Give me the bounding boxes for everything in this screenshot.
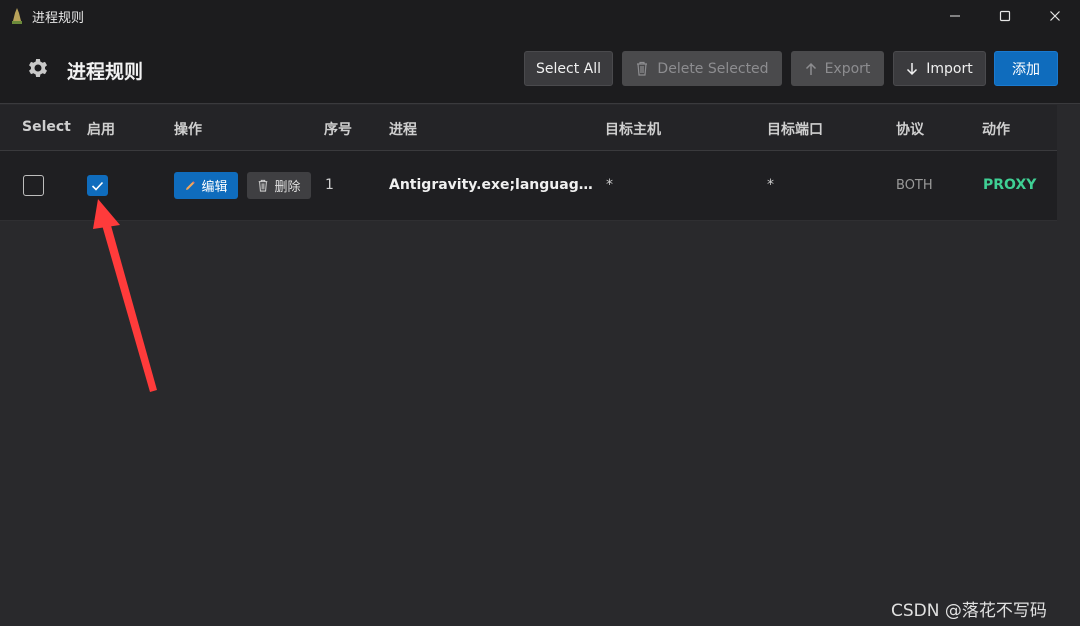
delete-button[interactable]: 删除 (247, 172, 311, 199)
edit-button[interactable]: 编辑 (174, 172, 238, 199)
column-header-seq: 序号 (324, 122, 352, 138)
minimize-icon[interactable] (930, 0, 980, 32)
watermark-text: CSDN @落花不写码 (891, 601, 1047, 621)
add-button[interactable]: 添加 (994, 51, 1058, 86)
maximize-icon[interactable] (980, 0, 1030, 32)
close-icon[interactable] (1030, 0, 1080, 32)
add-label: 添加 (1012, 61, 1040, 78)
row-enabled-checkbox[interactable] (87, 175, 108, 196)
import-label: Import (926, 60, 973, 77)
page-title: 进程规则 (67, 61, 144, 83)
export-button[interactable]: Export (791, 51, 884, 86)
row-target-host: * (606, 177, 613, 193)
select-all-button[interactable]: Select All (524, 51, 613, 86)
pencil-icon (184, 180, 196, 192)
column-header-target-port: 目标端口 (767, 122, 823, 138)
row-protocol: BOTH (896, 178, 933, 193)
export-label: Export (824, 60, 871, 77)
select-all-label: Select All (536, 60, 601, 77)
delete-label: 删除 (274, 180, 301, 195)
rules-table: Select 启用 操作 序号 进程 目标主机 目标端口 协议 动作 编辑 删除… (0, 105, 1057, 221)
arrow-up-icon (805, 62, 817, 76)
row-target-port: * (767, 177, 774, 193)
app-icon (10, 7, 24, 25)
window-title: 进程规则 (32, 10, 85, 26)
page-header: 进程规则 Select All Delete Selected Export I… (0, 32, 1080, 104)
edit-label: 编辑 (201, 180, 228, 195)
delete-selected-button[interactable]: Delete Selected (622, 51, 782, 86)
column-header-action: 动作 (982, 122, 1010, 138)
trash-icon (635, 61, 649, 76)
gear-icon (26, 56, 50, 80)
column-header-protocol: 协议 (896, 122, 924, 138)
delete-selected-label: Delete Selected (657, 60, 769, 77)
column-header-target-host: 目标主机 (605, 122, 661, 138)
table-row: 编辑 删除 1 Antigravity.exe;language_... * *… (0, 151, 1057, 221)
checkmark-icon (91, 181, 104, 191)
column-header-select: Select (22, 119, 71, 135)
window-controls (930, 0, 1080, 32)
row-seq: 1 (325, 177, 334, 193)
table-header: Select 启用 操作 序号 进程 目标主机 目标端口 协议 动作 (0, 105, 1057, 151)
column-header-enabled: 启用 (87, 122, 115, 138)
column-header-process: 进程 (389, 122, 417, 138)
trash-icon (257, 179, 269, 192)
row-select-checkbox[interactable] (23, 175, 44, 196)
import-button[interactable]: Import (893, 51, 986, 86)
row-process: Antigravity.exe;language_... (389, 177, 594, 193)
column-header-actions: 操作 (174, 122, 202, 138)
arrow-down-icon (906, 62, 918, 76)
window-titlebar: 进程规则 (0, 0, 1080, 32)
row-action: PROXY (983, 177, 1037, 193)
